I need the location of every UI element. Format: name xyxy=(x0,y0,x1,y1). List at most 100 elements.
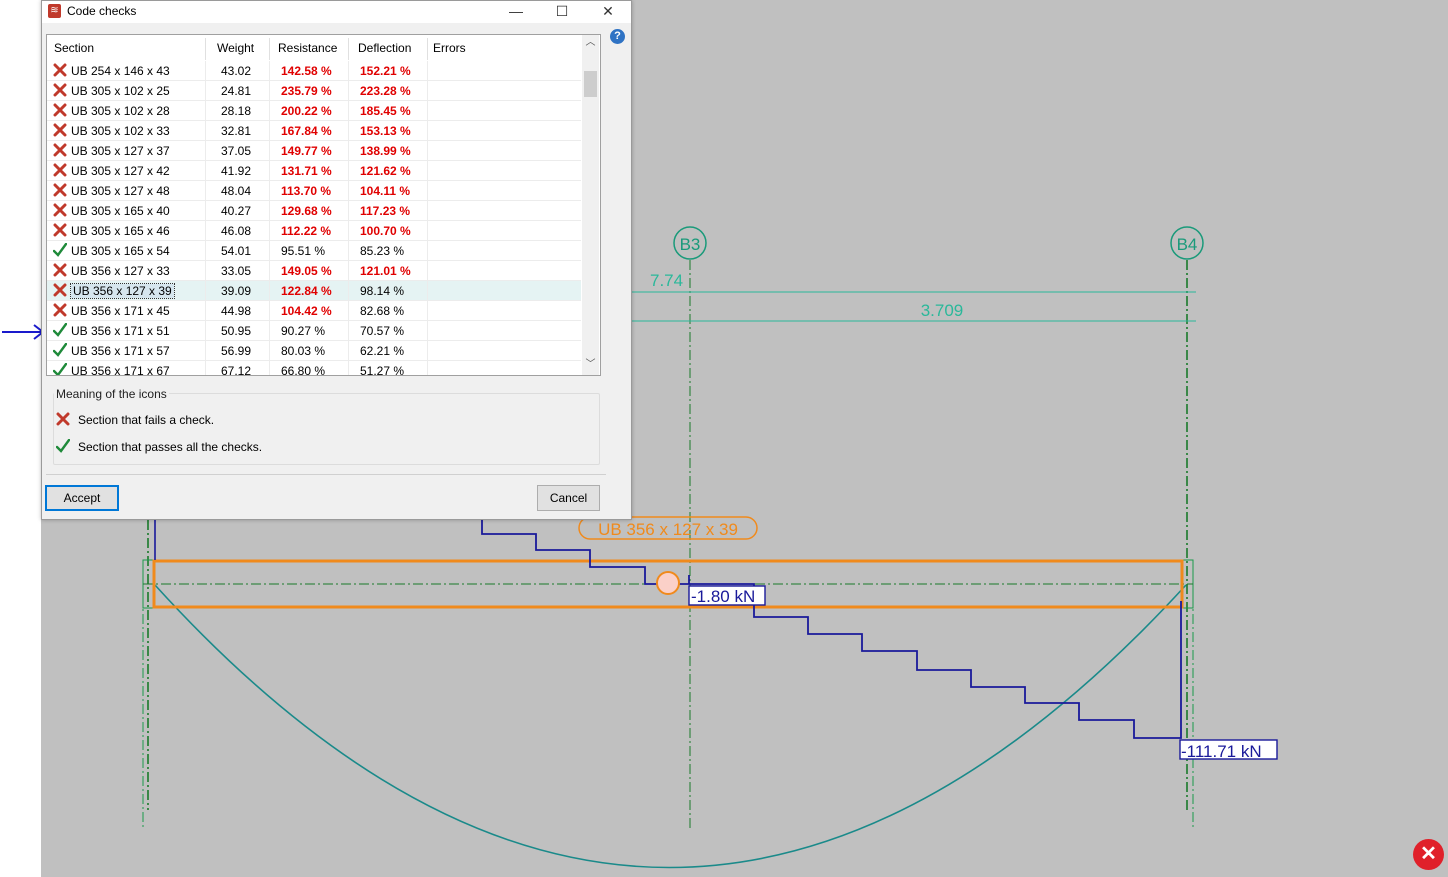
column-divider xyxy=(205,301,206,321)
red-cross-icon xyxy=(53,83,67,97)
dialog-titlebar[interactable]: ≋ Code checks — ☐ ✕ xyxy=(42,1,631,23)
cell-deflection: 104.11 % xyxy=(360,184,411,198)
maximize-button[interactable]: ☐ xyxy=(539,1,585,23)
table-row[interactable]: UB 305 x 165 x 40 40.27 129.68 % 117.23 % xyxy=(47,201,581,221)
table-row[interactable]: UB 305 x 165 x 46 46.08 112.22 % 100.70 % xyxy=(47,221,581,241)
red-cross-icon xyxy=(53,63,67,77)
cell-deflection: 121.62 % xyxy=(360,164,411,178)
table-row[interactable]: UB 356 x 171 x 67 67.12 66.80 % 51.27 % xyxy=(47,361,581,375)
table-row[interactable]: UB 356 x 171 x 45 44.98 104.42 % 82.68 % xyxy=(47,301,581,321)
column-divider xyxy=(427,201,428,221)
column-divider xyxy=(269,221,270,241)
column-divider xyxy=(348,201,349,221)
red-cross-icon xyxy=(53,223,67,237)
scroll-down-icon[interactable]: ﹀ xyxy=(582,357,599,373)
cell-deflection: 62.21 % xyxy=(360,344,405,358)
column-divider xyxy=(348,301,349,321)
cell-weight: 32.81 xyxy=(221,124,252,138)
legend-group xyxy=(53,393,600,465)
column-divider xyxy=(348,101,349,121)
shear-steps xyxy=(481,518,1182,739)
cell-resistance: 149.77 % xyxy=(281,144,332,158)
column-divider xyxy=(427,261,428,281)
moment-diagram-curve xyxy=(154,584,1187,869)
divider xyxy=(46,474,606,475)
cell-deflection: 117.23 % xyxy=(360,204,411,218)
column-divider xyxy=(427,281,428,301)
table-row[interactable]: UB 305 x 102 x 28 28.18 200.22 % 185.45 % xyxy=(47,101,581,121)
column-divider xyxy=(205,201,206,221)
cell-weight: 44.98 xyxy=(221,304,252,318)
table-row[interactable]: UB 305 x 127 x 42 41.92 131.71 % 121.62 % xyxy=(47,161,581,181)
column-divider xyxy=(427,361,428,375)
column-divider xyxy=(269,361,270,375)
table-row[interactable]: UB 305 x 102 x 25 24.81 235.79 % 223.28 % xyxy=(47,81,581,101)
cell-section: UB 305 x 102 x 33 xyxy=(71,124,170,138)
cell-resistance: 131.71 % xyxy=(281,164,332,178)
column-divider xyxy=(269,121,270,141)
column-divider xyxy=(205,101,206,121)
cell-section: UB 356 x 171 x 67 xyxy=(71,364,170,375)
axis-label-b4: B4 xyxy=(1177,235,1198,254)
column-divider xyxy=(205,321,206,341)
table-row[interactable]: UB 305 x 127 x 37 37.05 149.77 % 138.99 % xyxy=(47,141,581,161)
cell-resistance: 142.58 % xyxy=(281,64,332,78)
axis-label-b3: B3 xyxy=(680,235,701,254)
shear-mid-label: -1.80 kN xyxy=(691,587,755,606)
scroll-thumb[interactable] xyxy=(584,71,597,97)
scroll-up-icon[interactable]: ︿ xyxy=(582,35,599,51)
column-divider xyxy=(269,241,270,261)
column-header-deflection[interactable]: Deflection xyxy=(358,41,411,55)
green-check-icon xyxy=(53,323,67,337)
help-icon[interactable]: ? xyxy=(610,29,625,44)
table-row[interactable]: UB 305 x 165 x 54 54.01 95.51 % 85.23 % xyxy=(47,241,581,261)
column-divider xyxy=(205,81,206,101)
column-header-section[interactable]: Section xyxy=(54,41,94,55)
column-header-resistance[interactable]: Resistance xyxy=(278,41,337,55)
column-divider xyxy=(269,61,270,81)
sections-table[interactable]: Section Weight Resistance Deflection Err… xyxy=(46,34,601,376)
table-row[interactable]: UB 305 x 127 x 48 48.04 113.70 % 104.11 % xyxy=(47,181,581,201)
column-divider xyxy=(427,121,428,141)
table-row[interactable]: UB 356 x 127 x 33 33.05 149.05 % 121.01 % xyxy=(47,261,581,281)
cell-deflection: 185.45 % xyxy=(360,104,411,118)
table-row[interactable]: UB 356 x 127 x 39 39.09 122.84 % 98.14 % xyxy=(47,281,581,301)
cell-deflection: 70.57 % xyxy=(360,324,405,338)
red-cross-icon xyxy=(53,263,67,277)
column-divider xyxy=(348,261,349,281)
column-divider xyxy=(427,161,428,181)
beam-label: UB 356 x 127 x 39 xyxy=(598,520,738,539)
cell-deflection: 121.01 % xyxy=(360,264,411,278)
cell-weight: 43.02 xyxy=(221,64,252,78)
table-row[interactable]: UB 356 x 171 x 51 50.95 90.27 % 70.57 % xyxy=(47,321,581,341)
cell-weight: 33.05 xyxy=(221,264,252,278)
column-divider xyxy=(427,341,428,361)
cell-deflection: 85.23 % xyxy=(360,244,405,258)
table-row[interactable]: UB 305 x 102 x 33 32.81 167.84 % 153.13 % xyxy=(47,121,581,141)
table-row[interactable]: UB 254 x 146 x 43 43.02 142.58 % 152.21 % xyxy=(47,61,581,81)
column-divider xyxy=(427,181,428,201)
close-button[interactable]: ✕ xyxy=(585,1,631,23)
cell-section: UB 305 x 102 x 28 xyxy=(71,104,170,118)
column-header-weight[interactable]: Weight xyxy=(217,41,254,55)
column-divider xyxy=(427,321,428,341)
cell-section: UB 305 x 127 x 37 xyxy=(71,144,170,158)
column-divider xyxy=(205,141,206,161)
cell-resistance: 122.84 % xyxy=(281,284,332,298)
column-divider xyxy=(205,61,206,81)
column-divider xyxy=(269,101,270,121)
column-divider xyxy=(348,181,349,201)
column-header-errors[interactable]: Errors xyxy=(433,41,466,55)
minimize-button[interactable]: — xyxy=(493,1,539,23)
cancel-button[interactable]: Cancel xyxy=(537,485,600,511)
close-red-icon[interactable]: ✕ xyxy=(1413,839,1444,870)
green-check-icon xyxy=(53,363,67,375)
table-row[interactable]: UB 356 x 171 x 57 56.99 80.03 % 62.21 % xyxy=(47,341,581,361)
red-cross-icon xyxy=(53,183,67,197)
node-marker xyxy=(656,571,680,595)
dimension-left: 7.74 xyxy=(650,271,683,290)
cell-section: UB 356 x 171 x 45 xyxy=(71,304,170,318)
table-scrollbar[interactable]: ︿ ﹀ xyxy=(582,35,599,375)
column-divider xyxy=(348,341,349,361)
accept-button[interactable]: Accept xyxy=(45,485,119,511)
